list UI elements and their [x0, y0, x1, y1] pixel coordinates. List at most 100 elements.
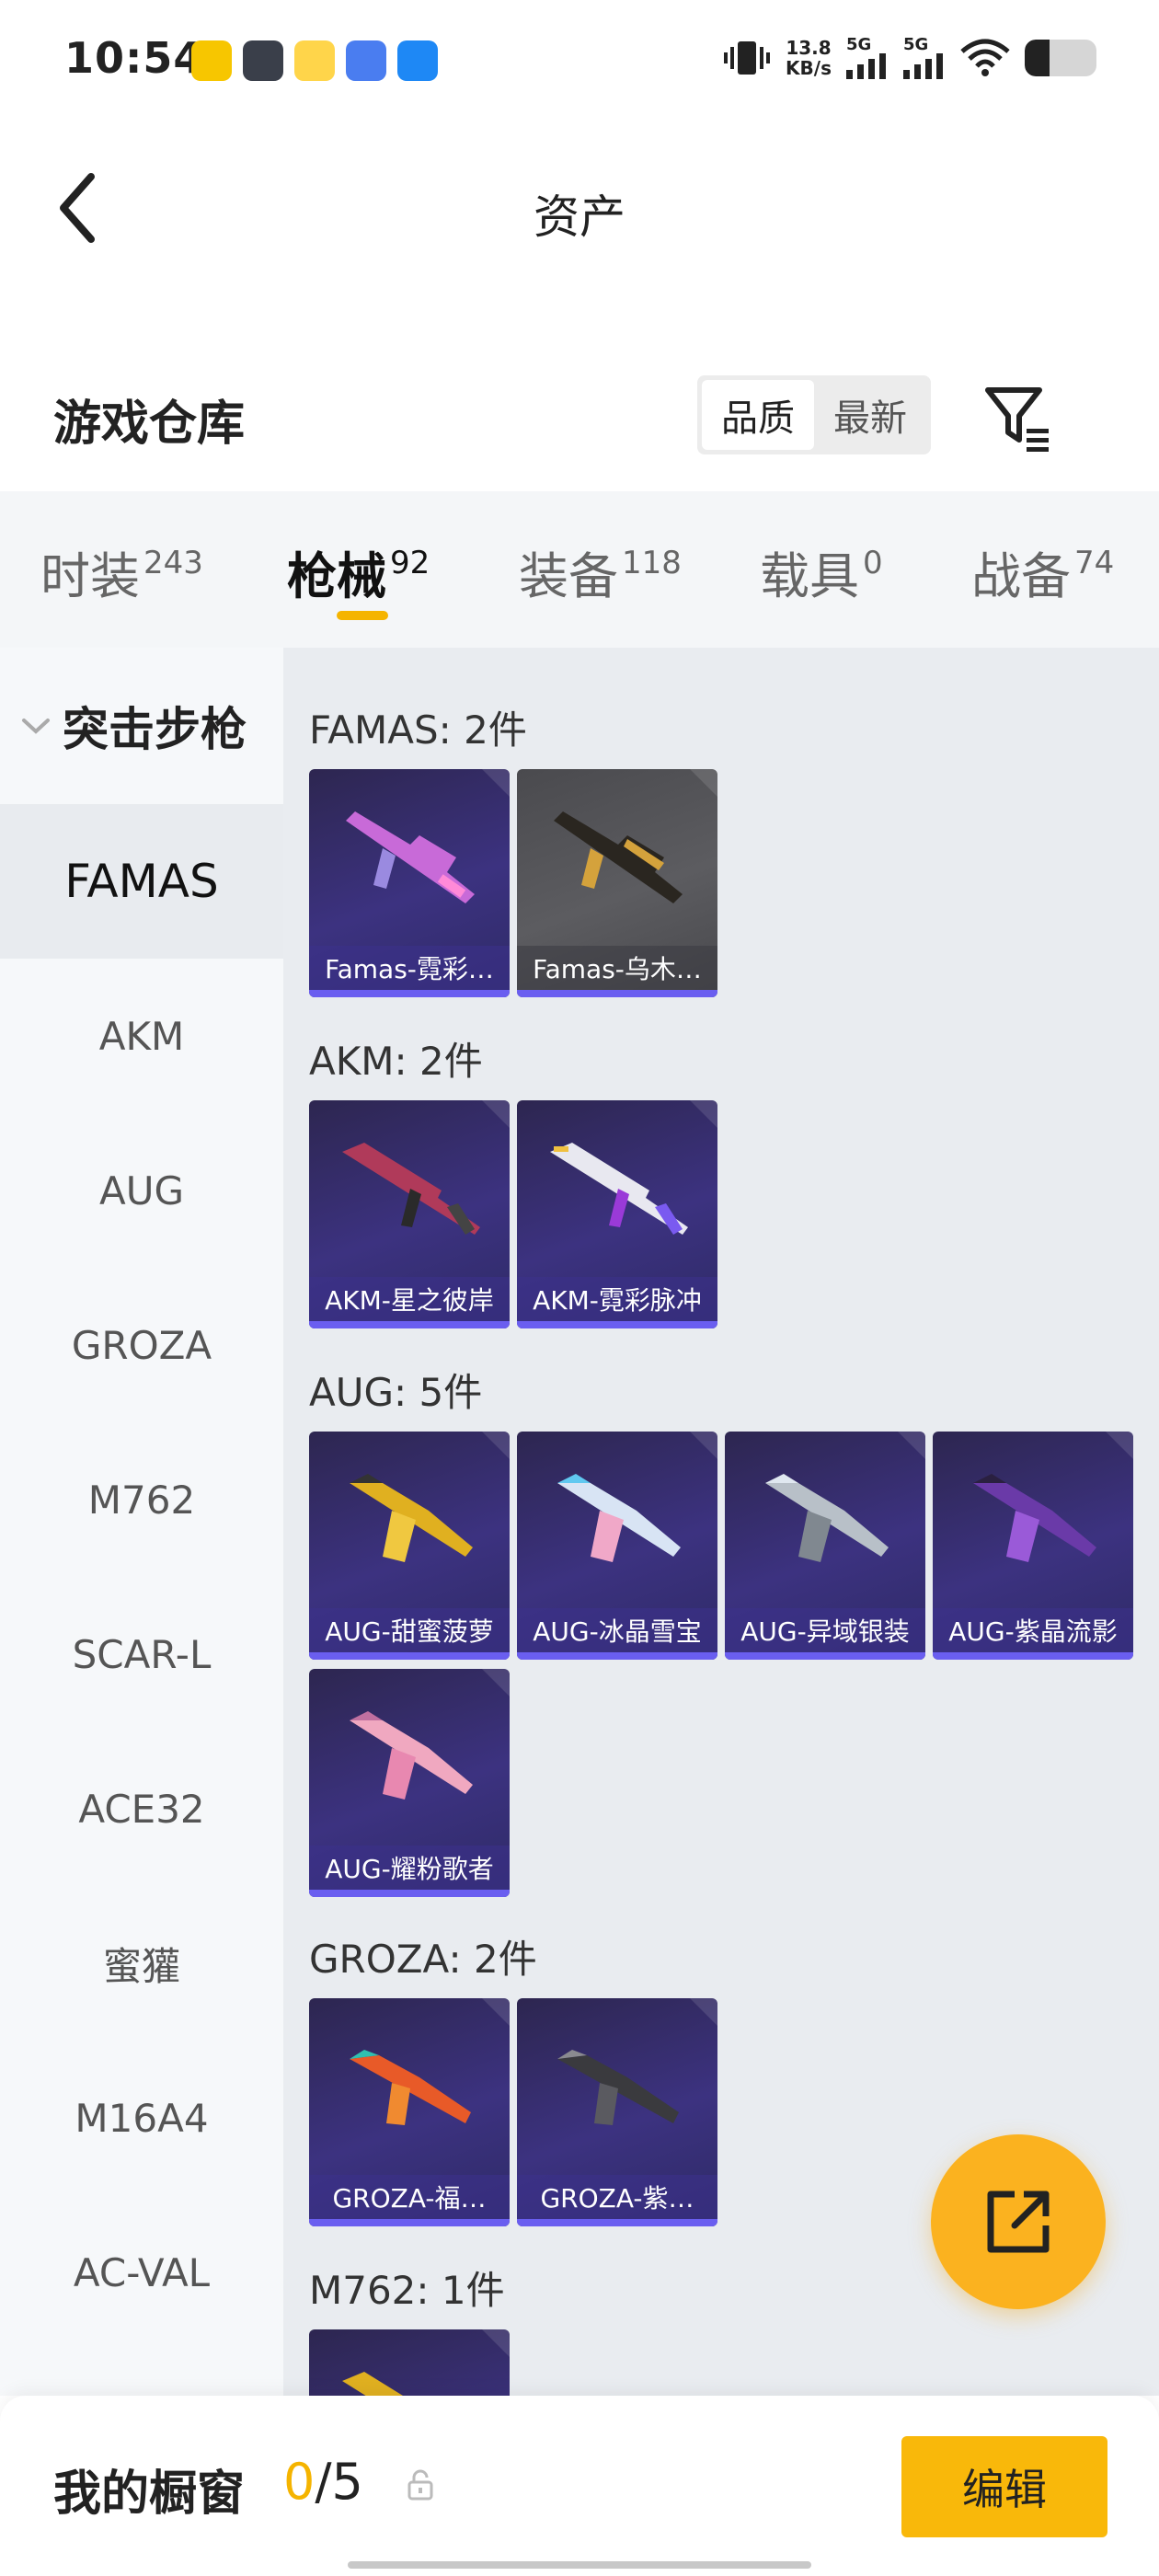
showcase-total: /5	[315, 2453, 363, 2511]
warehouse-header: 游戏仓库 品质 最新	[0, 359, 1159, 488]
weapon-skin-image	[342, 2372, 403, 2396]
signal-1-label: 5G	[846, 35, 872, 54]
category-tabs: 时装 243 枪械 92 装备 118 载具 0 战备 74	[0, 491, 1159, 648]
tab-equipment[interactable]: 装备 118	[519, 535, 682, 608]
filter-icon	[985, 387, 1049, 452]
skin-name: AUG-紫晶流影	[933, 1608, 1133, 1652]
section-title-famas: FAMAS: 2件	[309, 707, 527, 753]
showcase-bar: 我的橱窗 0/5 编辑	[0, 2396, 1159, 2576]
sidebar-item-famas[interactable]: FAMAS	[0, 804, 283, 959]
weapon-skin-image	[973, 1474, 1096, 1562]
sort-option-quality[interactable]: 品质	[702, 380, 814, 450]
weapon-skin-image	[550, 1143, 688, 1235]
weapon-type-sidebar: 突击步枪 FAMAS AKM AUG GROZA M762 SCAR-L ACE…	[0, 648, 283, 2396]
skin-card[interactable]: GROZA-福…	[309, 1998, 510, 2226]
tab-count: 74	[1074, 545, 1115, 581]
tab-label: 时装	[40, 547, 140, 605]
skin-card[interactable]: GROZA-紫…	[517, 1998, 717, 2226]
sort-option-newest[interactable]: 最新	[814, 380, 926, 450]
edit-button[interactable]: 编辑	[901, 2436, 1107, 2537]
filter-button[interactable]	[982, 383, 1056, 456]
app-header: 资产	[0, 125, 1159, 300]
showcase-count: 0/5	[283, 2453, 363, 2511]
signal-2-label: 5G	[903, 35, 929, 54]
sidebar-group-label: 突击步枪	[63, 703, 247, 756]
net-speed-unit: KB/s	[786, 57, 832, 79]
skin-card[interactable]: AUG-甜蜜菠萝	[309, 1432, 510, 1660]
weapon-skin-image	[350, 1474, 473, 1562]
signal-bars-icon	[903, 53, 943, 79]
tab-firearms[interactable]: 枪械 92	[287, 535, 430, 608]
sidebar-item-scar-l[interactable]: SCAR-L	[0, 1577, 283, 1731]
weapon-skin-image	[346, 811, 475, 903]
section-title-aug: AUG: 5件	[309, 1370, 483, 1415]
tab-count: 92	[390, 545, 430, 581]
weapon-skin-image	[557, 2050, 679, 2125]
sidebar-item-groza[interactable]: GROZA	[0, 1268, 283, 1422]
skin-card[interactable]: Famas-乌木…	[517, 769, 717, 997]
skin-card[interactable]: Famas-霓彩…	[309, 769, 510, 997]
net-speed: 13.8 KB/s	[786, 38, 832, 78]
skin-card[interactable]: AKM-星之彼岸	[309, 1100, 510, 1328]
skin-name: AUG-冰晶雪宝	[517, 1608, 717, 1652]
sidebar-item-ac-val[interactable]: AC-VAL	[0, 2195, 283, 2350]
tab-supplies[interactable]: 战备 74	[971, 535, 1114, 608]
battery-level	[1025, 40, 1050, 76]
tab-label: 枪械	[287, 547, 386, 605]
chick-app-icon	[294, 40, 335, 81]
status-indicators: 13.8 KB/s 5G 5G	[723, 37, 1096, 79]
wifi-icon	[960, 39, 1010, 76]
skin-card[interactable]	[309, 2329, 510, 2396]
skin-name: Famas-霓彩…	[309, 946, 510, 990]
weapon-skin-image	[554, 811, 683, 903]
skin-name: AKM-霓彩脉冲	[517, 1277, 717, 1321]
skin-card[interactable]: AUG-异域银装	[725, 1432, 925, 1660]
skin-name: AUG-异域银装	[725, 1608, 925, 1652]
sidebar-item-aug[interactable]: AUG	[0, 1113, 283, 1268]
weapon-skin-image	[557, 1474, 681, 1562]
section-title-akm: AKM: 2件	[309, 1039, 483, 1084]
external-link-icon	[987, 2191, 1050, 2253]
section-title-groza: GROZA: 2件	[309, 1937, 537, 1982]
sidebar-item-honey-badger[interactable]: 蜜獾	[0, 1886, 283, 2041]
skin-list: FAMAS: 2件 Famas-霓彩… Famas-乌木… AKM: 2件 AK…	[283, 648, 1159, 2396]
share-button[interactable]	[931, 2134, 1106, 2309]
tab-vehicles[interactable]: 载具 0	[760, 535, 883, 608]
net-speed-value: 13.8	[786, 37, 832, 59]
tab-count: 243	[143, 545, 203, 581]
sidebar-item-m762[interactable]: M762	[0, 1422, 283, 1577]
blue-app-icon	[346, 40, 386, 81]
skin-name: GROZA-福…	[309, 2175, 510, 2219]
status-bar: 10:54 13.8 KB/s 5G 5G	[0, 0, 1159, 125]
signal-1: 5G	[846, 37, 889, 79]
section-title-m762: M762: 1件	[309, 2268, 505, 2313]
showcase-current: 0	[283, 2453, 316, 2511]
game-app-icon	[191, 40, 232, 81]
skin-card[interactable]: AUG-耀粉歌者	[309, 1669, 510, 1897]
sidebar-item-ace32[interactable]: ACE32	[0, 1731, 283, 1886]
tab-label: 装备	[519, 547, 618, 605]
weapon-skin-image	[765, 1474, 889, 1562]
lock-icon	[407, 2469, 433, 2501]
shooter-app-icon	[243, 40, 283, 81]
tab-count: 118	[622, 545, 682, 581]
tab-label: 战备	[971, 547, 1071, 605]
signal-bars-icon	[846, 53, 886, 79]
home-indicator[interactable]	[348, 2561, 811, 2569]
weapon-skin-image	[350, 2050, 471, 2125]
sidebar-item-m16a4[interactable]: M16A4	[0, 2041, 283, 2195]
skin-card[interactable]: AKM-霓彩脉冲	[517, 1100, 717, 1328]
battery-icon	[1025, 40, 1096, 76]
tab-fashion[interactable]: 时装 243	[40, 535, 203, 608]
weapon-skin-image	[350, 1711, 473, 1800]
vibrate-icon	[724, 41, 771, 75]
skin-card[interactable]: AUG-冰晶雪宝	[517, 1432, 717, 1660]
sidebar-group-assault-rifles[interactable]: 突击步枪	[0, 648, 283, 804]
signal-2: 5G	[903, 37, 946, 79]
warehouse-title: 游戏仓库	[53, 397, 246, 452]
skin-card[interactable]: AUG-紫晶流影	[933, 1432, 1133, 1660]
tab-count: 0	[863, 545, 883, 581]
sidebar-item-akm[interactable]: AKM	[0, 959, 283, 1113]
tab-label: 载具	[760, 547, 859, 605]
skin-name: GROZA-紫…	[517, 2175, 717, 2219]
